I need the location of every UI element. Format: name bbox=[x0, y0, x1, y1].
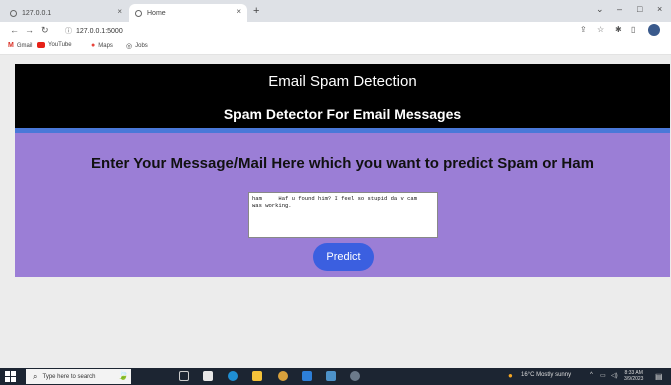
edge-icon[interactable] bbox=[228, 371, 238, 381]
back-icon[interactable]: ← bbox=[10, 25, 19, 35]
tray-chevron-icon[interactable]: ^ bbox=[590, 372, 593, 378]
taskbar-search-box[interactable]: ⌕ Type here to search 🍃 bbox=[26, 369, 131, 384]
weather-icon[interactable]: ● bbox=[508, 371, 513, 380]
minimize-button[interactable]: – bbox=[617, 4, 622, 14]
bookmark-jobs[interactable]: ◎ Jobs bbox=[126, 42, 148, 50]
message-textarea[interactable]: ham Haf u found him? I feel so stupid da… bbox=[248, 192, 438, 238]
site-info-icon[interactable]: ⓘ bbox=[65, 28, 72, 35]
side-panel-icon[interactable]: ▯ bbox=[631, 25, 635, 34]
profile-avatar[interactable] bbox=[648, 24, 660, 36]
maps-icon: ● bbox=[91, 42, 96, 49]
tab-search-icon[interactable]: ⌄ bbox=[596, 4, 604, 15]
notifications-icon[interactable]: ▤ bbox=[655, 372, 663, 381]
network-icon[interactable]: ▭ bbox=[600, 372, 606, 379]
extensions-icon[interactable]: ✱ bbox=[615, 25, 622, 34]
tab-label: Home bbox=[147, 9, 166, 17]
app-icon-2[interactable] bbox=[350, 371, 360, 381]
taskbar-clock[interactable]: 8:33 AM 3/9/2023 bbox=[624, 370, 643, 382]
vscode-icon[interactable] bbox=[302, 371, 312, 381]
close-tab-icon[interactable]: × bbox=[236, 7, 241, 16]
search-highlight-icon: 🍃 bbox=[117, 370, 129, 380]
search-placeholder: Type here to search bbox=[42, 373, 96, 380]
bookmark-youtube[interactable]: YouTube bbox=[37, 42, 72, 48]
clock-date: 3/9/2023 bbox=[624, 376, 644, 382]
address-bar[interactable]: ⓘ 127.0.0.1:5000 bbox=[65, 26, 123, 36]
maximize-button[interactable]: □ bbox=[637, 4, 642, 14]
widgets-icon[interactable] bbox=[203, 371, 213, 381]
search-icon: ⌕ bbox=[33, 371, 38, 381]
file-explorer-icon[interactable] bbox=[252, 371, 262, 381]
globe-icon: ◎ bbox=[126, 43, 133, 50]
page-header: Email Spam Detection Spam Detector For E… bbox=[15, 64, 670, 128]
share-icon[interactable]: ⇪ bbox=[580, 25, 587, 34]
windows-start-icon[interactable] bbox=[5, 371, 16, 382]
app-icon[interactable] bbox=[326, 371, 336, 381]
close-tab-icon[interactable]: × bbox=[117, 7, 122, 16]
gmail-icon: M bbox=[8, 42, 14, 49]
volume-icon[interactable]: ◁) bbox=[611, 372, 618, 379]
predict-button[interactable]: Predict bbox=[313, 243, 374, 271]
weather-text[interactable]: 16°C Mostly sunny bbox=[521, 372, 571, 378]
tab-localhost[interactable]: 127.0.0.1 × bbox=[4, 4, 128, 22]
page-subtitle: Spam Detector For Email Messages bbox=[223, 106, 462, 122]
task-view-icon[interactable] bbox=[179, 371, 189, 381]
tab-label: 127.0.0.1 bbox=[22, 9, 52, 17]
browser-toolbar: ← → ↻ ⓘ 127.0.0.1:5000 ⇪ ☆ ✱ ▯ bbox=[0, 22, 671, 40]
taskbar: ⌕ Type here to search 🍃 ● 16°C Mostly su… bbox=[0, 368, 671, 385]
chrome-icon[interactable] bbox=[278, 371, 288, 381]
page-title: Email Spam Detection bbox=[268, 73, 417, 90]
close-window-button[interactable]: × bbox=[657, 4, 662, 14]
new-tab-button[interactable]: + bbox=[253, 5, 259, 17]
bookmark-gmail[interactable]: M Gmail bbox=[8, 42, 33, 49]
tab-strip: 127.0.0.1 × Home × + ⌄ – □ × bbox=[0, 0, 671, 22]
youtube-icon bbox=[37, 42, 45, 48]
bookmark-maps[interactable]: ● Maps bbox=[91, 42, 113, 49]
prediction-panel: Enter Your Message/Mail Here which you w… bbox=[15, 133, 670, 277]
bookmarks-bar: M Gmail YouTube ● Maps ◎ Jobs bbox=[0, 40, 671, 55]
globe-icon bbox=[135, 9, 142, 17]
globe-icon bbox=[10, 9, 17, 17]
reload-icon[interactable]: ↻ bbox=[41, 25, 49, 36]
url-text: 127.0.0.1:5000 bbox=[76, 28, 123, 35]
bookmark-star-icon[interactable]: ☆ bbox=[597, 25, 604, 34]
instruction-heading: Enter Your Message/Mail Here which you w… bbox=[91, 155, 594, 172]
tab-home[interactable]: Home × bbox=[129, 4, 247, 22]
forward-icon[interactable]: → bbox=[25, 25, 34, 35]
